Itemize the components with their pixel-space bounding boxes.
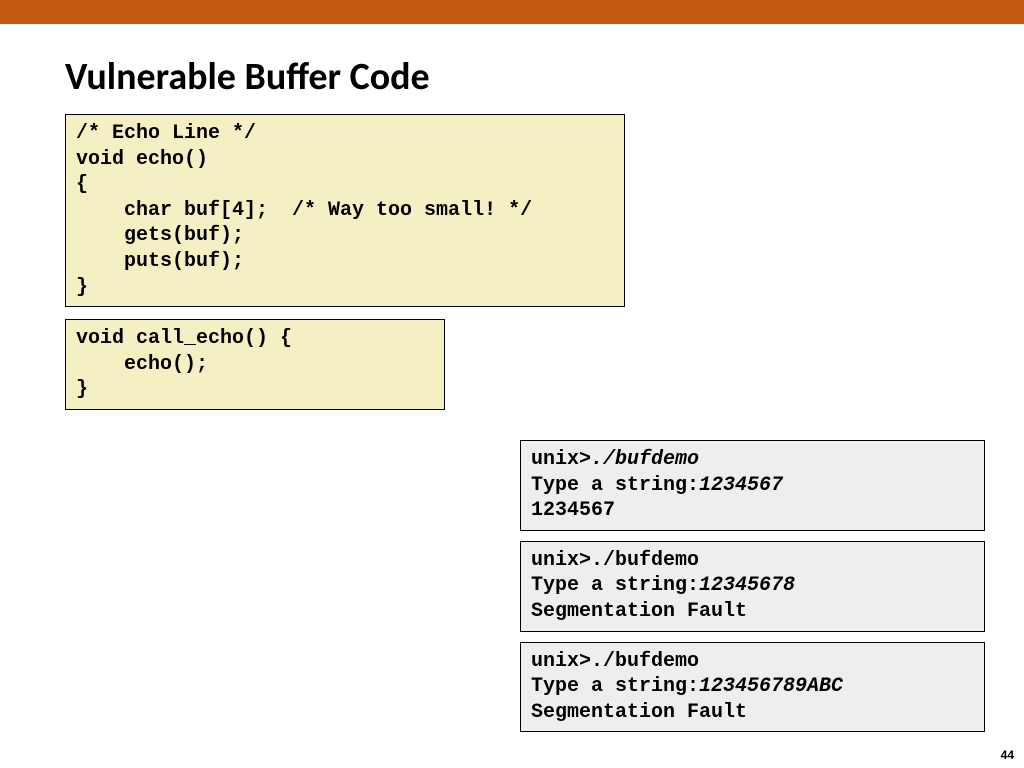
code-line: } xyxy=(76,378,88,401)
slide-title: Vulnerable Buffer Code xyxy=(65,54,1024,100)
label: Type a string: xyxy=(531,574,699,597)
terminal-block-2: unix>./bufdemo Type a string:12345678 Se… xyxy=(520,541,985,632)
code-block-callecho: void call_echo() { echo(); } xyxy=(65,319,445,410)
accent-bar xyxy=(0,0,1024,24)
terminal-block-1: unix>./bufdemo Type a string:1234567 123… xyxy=(520,440,985,531)
label: Type a string: xyxy=(531,675,699,698)
code-line: puts(buf); xyxy=(76,250,244,273)
prompt: unix> xyxy=(531,448,591,471)
code-line: gets(buf); xyxy=(76,224,244,247)
user-input: 123456789ABC xyxy=(699,675,843,698)
code-line: char buf[4]; /* Way too small! */ xyxy=(76,199,532,222)
command: ./bufdemo xyxy=(591,448,699,471)
code-line: /* Echo Line */ xyxy=(76,122,256,145)
output: Segmentation Fault xyxy=(531,701,747,724)
output: Segmentation Fault xyxy=(531,600,747,623)
terminal-block-3: unix>./bufdemo Type a string:123456789AB… xyxy=(520,642,985,733)
code-line: } xyxy=(76,276,88,299)
code-line: echo(); xyxy=(76,353,208,376)
code-block-echo: /* Echo Line */ void echo() { char buf[4… xyxy=(65,114,625,307)
user-input: 12345678 xyxy=(699,574,795,597)
prompt: unix> xyxy=(531,650,591,673)
output: 1234567 xyxy=(531,499,615,522)
code-line: { xyxy=(76,173,88,196)
code-line: void echo() xyxy=(76,148,208,171)
code-line: void call_echo() { xyxy=(76,327,292,350)
command: ./bufdemo xyxy=(591,650,699,673)
command: ./bufdemo xyxy=(591,549,699,572)
prompt: unix> xyxy=(531,549,591,572)
user-input: 1234567 xyxy=(699,474,783,497)
label: Type a string: xyxy=(531,474,699,497)
page-number: 44 xyxy=(1001,748,1014,762)
